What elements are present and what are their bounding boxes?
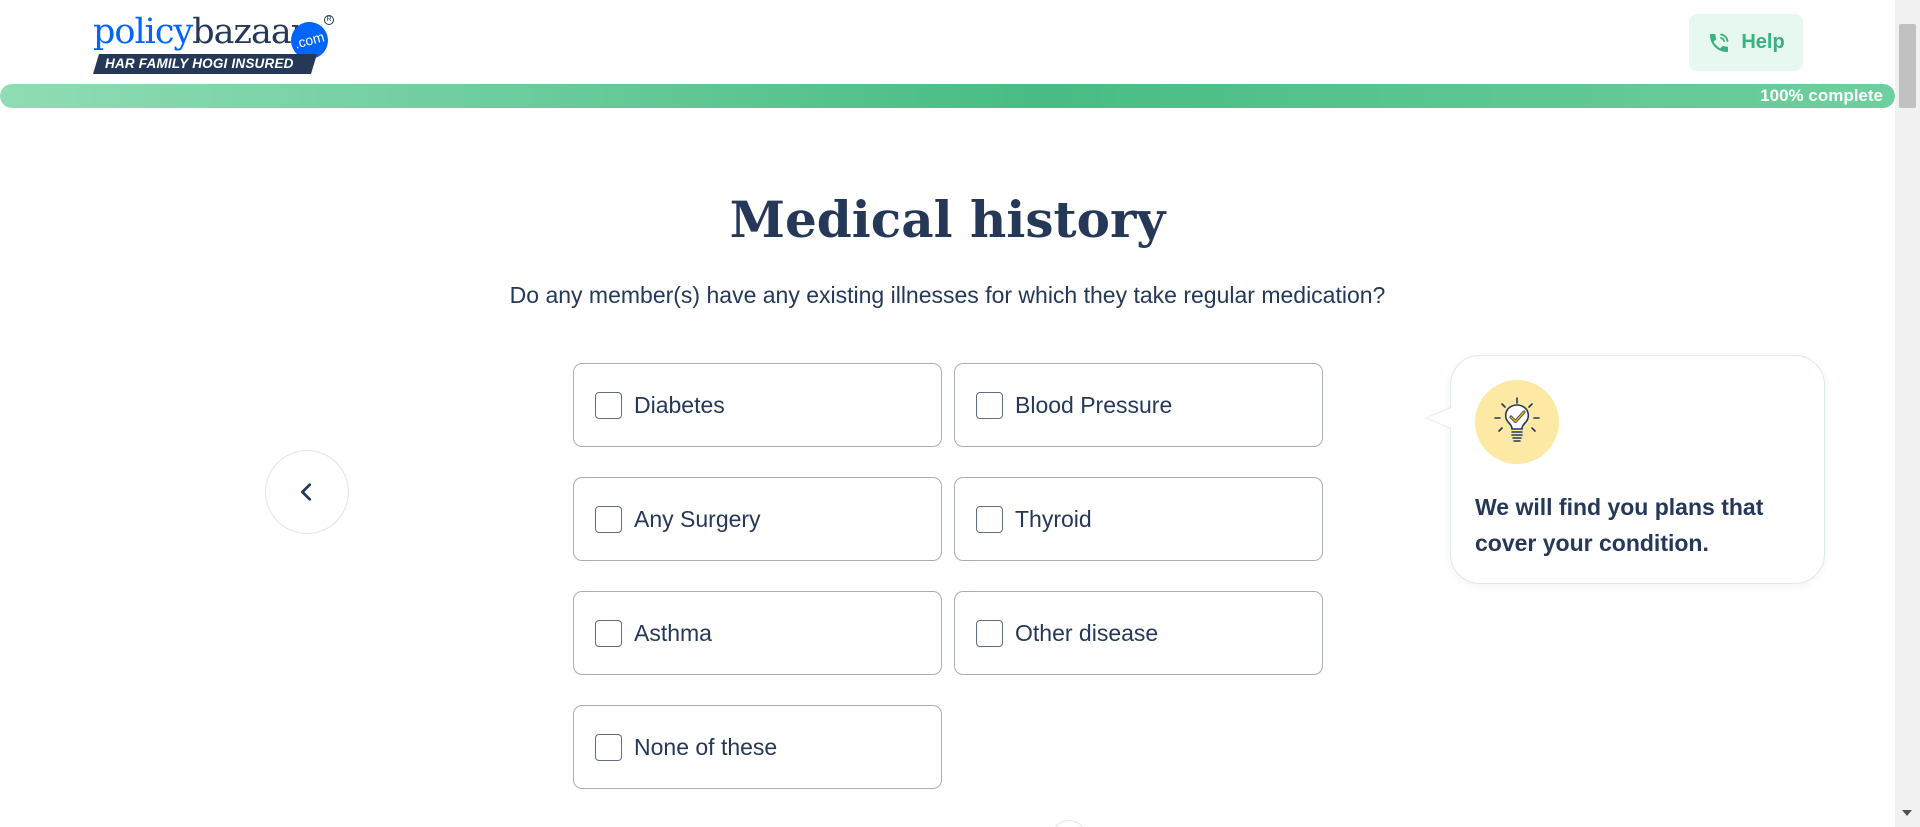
tip-pointer-inner [1428, 408, 1452, 428]
page-title: Medical history [729, 190, 1166, 249]
logo-word-bazaar: bazaar [192, 12, 307, 52]
phone-call-icon [1710, 33, 1729, 52]
option-label: Blood Pressure [1015, 391, 1173, 418]
option-label: Diabetes [634, 391, 725, 418]
option-none-of-these[interactable]: None of these [573, 705, 942, 789]
option-blood-pressure[interactable]: Blood Pressure [954, 363, 1323, 447]
progress-bar: 100% complete [0, 84, 1895, 108]
scroll-down-arrow-icon[interactable] [1902, 810, 1912, 816]
scrollbar-thumb[interactable] [1899, 24, 1916, 108]
asthma-checkbox[interactable] [595, 619, 622, 647]
scroll-hint-circle [1051, 820, 1087, 827]
logo-wordmark: policybazaar [93, 10, 307, 54]
option-label: Any Surgery [634, 505, 761, 532]
option-label: Asthma [634, 619, 712, 646]
logo-tagline: HAR FAMILY HOGI INSURED [93, 54, 317, 74]
logo-word-policy: policy [93, 12, 193, 52]
tip-card: We will find you plans that cover your c… [1450, 355, 1825, 584]
diabetes-checkbox[interactable] [595, 391, 622, 419]
header: policybazaar .com R HAR FAMILY HOGI INSU… [0, 0, 1895, 84]
progress-fill [0, 84, 1895, 108]
thyroid-checkbox[interactable] [976, 505, 1003, 533]
option-other-disease[interactable]: Other disease [954, 591, 1323, 675]
registered-mark: R [324, 15, 334, 25]
any-surgery-checkbox[interactable] [595, 505, 622, 533]
none-of-these-checkbox[interactable] [595, 733, 622, 761]
lightbulb-badge [1475, 380, 1559, 464]
other-disease-checkbox[interactable] [976, 619, 1003, 647]
scrollbar[interactable] [1895, 0, 1920, 827]
blood-pressure-checkbox[interactable] [976, 391, 1003, 419]
option-label: Thyroid [1015, 505, 1092, 532]
progress-label: 100% complete [1760, 86, 1883, 105]
option-thyroid[interactable]: Thyroid [954, 477, 1323, 561]
option-any-surgery[interactable]: Any Surgery [573, 477, 942, 561]
option-diabetes[interactable]: Diabetes [573, 363, 942, 447]
back-button[interactable] [265, 450, 349, 534]
help-label: Help [1741, 31, 1785, 53]
option-asthma[interactable]: Asthma [573, 591, 942, 675]
help-button[interactable]: Help [1689, 14, 1803, 71]
option-label: Other disease [1015, 619, 1159, 646]
tip-text: We will find you plans that cover your c… [1475, 494, 1764, 556]
policybazaar-logo[interactable]: policybazaar .com R HAR FAMILY HOGI INSU… [93, 10, 334, 76]
question-text: Do any member(s) have any existing illne… [509, 282, 1386, 308]
option-label: None of these [634, 733, 778, 760]
lightbulb-check-icon [1494, 397, 1540, 442]
chevron-left-icon [301, 483, 312, 501]
